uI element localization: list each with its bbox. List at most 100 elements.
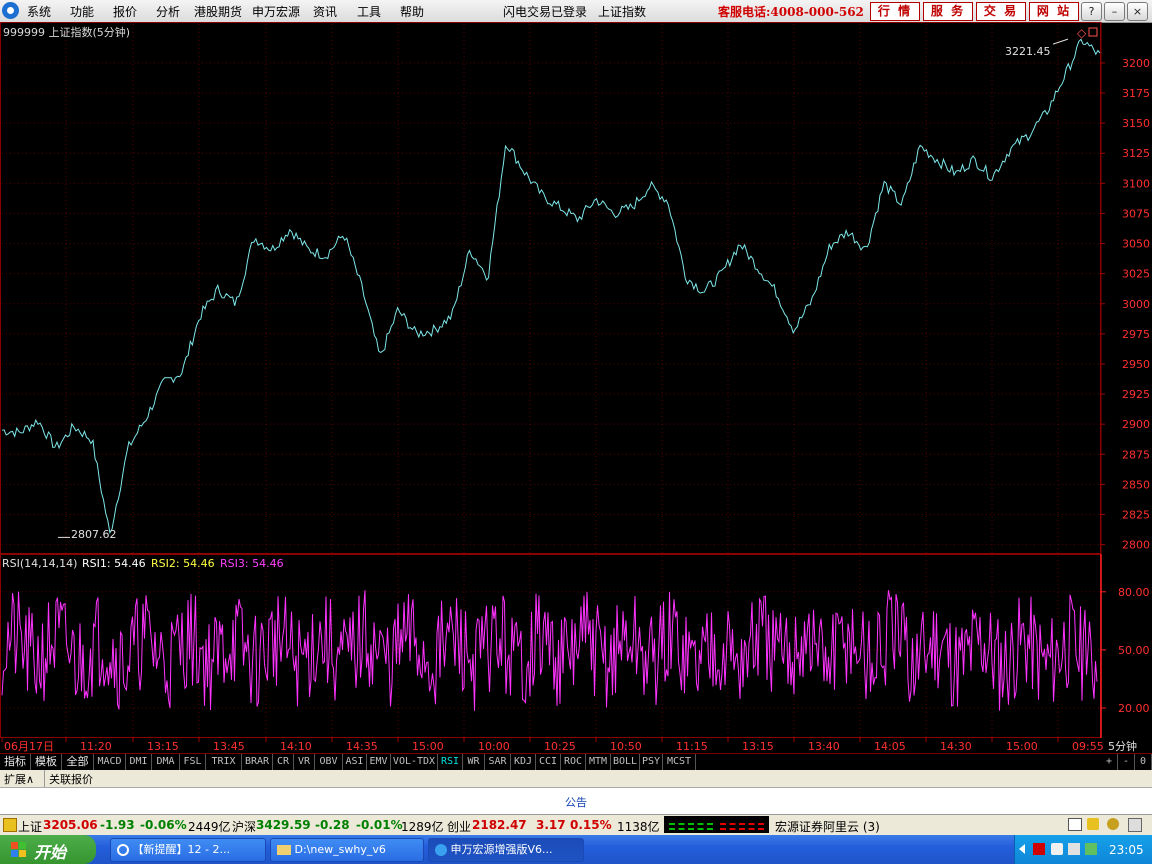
price-tick-label: 2825: [1122, 508, 1150, 521]
taskbar-item-label: 申万宏源增强版V6...: [450, 843, 553, 856]
price-tick-label: 3150: [1122, 117, 1150, 130]
time-axis-label: 13:15: [147, 740, 179, 753]
indicator-tab-mcst[interactable]: MCST: [663, 754, 696, 770]
trade-button[interactable]: 交 易: [976, 2, 1026, 21]
indicator-tab-fsl[interactable]: FSL: [180, 754, 206, 770]
indicator-tab-cr[interactable]: CR: [273, 754, 294, 770]
cy-index-change: 3.17: [536, 818, 566, 832]
antivirus-icon[interactable]: [1033, 843, 1045, 855]
expand-bar: 扩展∧ 关联报价: [0, 770, 1152, 788]
menu-function[interactable]: 功能: [70, 3, 94, 20]
menu-quote[interactable]: 报价: [113, 3, 137, 20]
tab-control-button[interactable]: +: [1101, 754, 1118, 770]
indicator-tab-wr[interactable]: WR: [463, 754, 485, 770]
volume-icon[interactable]: [1068, 843, 1080, 855]
time-axis-label: 10:00: [478, 740, 510, 753]
menu-help[interactable]: 帮助: [400, 3, 424, 20]
chart-area[interactable]: 2800 2825 2850 2875 2900 2925 2950 2975 3000 3025…: [0, 22, 1152, 753]
indicator-tab-指标[interactable]: 指标: [0, 754, 31, 770]
tab-control-button[interactable]: -: [1118, 754, 1135, 770]
indicator-tab-vol-tdx[interactable]: VOL-TDX: [391, 754, 438, 770]
rsi-tick-label: 80.00: [1118, 586, 1150, 599]
help-icon[interactable]: ?: [1081, 2, 1102, 21]
menu-analysis[interactable]: 分析: [156, 3, 180, 20]
flash-trade-status[interactable]: 闪电交易已登录: [503, 3, 587, 20]
quote-button[interactable]: 行 情: [870, 2, 920, 21]
tab-control-button[interactable]: 0: [1135, 754, 1152, 770]
price-panel-frame: [0, 22, 1101, 554]
menu-tools[interactable]: 工具: [357, 3, 381, 20]
menu-system[interactable]: 系统: [27, 3, 51, 20]
linked-quote-tab[interactable]: 关联报价: [49, 771, 93, 787]
diamond-marker-icon[interactable]: ◇: [1077, 26, 1087, 40]
indicator-tab-全部[interactable]: 全部: [62, 754, 94, 770]
price-series-line: [1, 38, 1101, 535]
menu-news[interactable]: 资讯: [313, 3, 337, 20]
website-button[interactable]: 网 站: [1029, 2, 1079, 21]
time-axis-label: 10:25: [544, 740, 576, 753]
indicator-tab-roc[interactable]: ROC: [561, 754, 586, 770]
indicator-tab-kdj[interactable]: KDJ: [511, 754, 536, 770]
taskbar-item-trading-app[interactable]: 申万宏源增强版V6...: [428, 838, 584, 862]
rsi-title[interactable]: RSI(14,14,14): [2, 557, 77, 570]
indicator-tab-obv[interactable]: OBV: [315, 754, 343, 770]
indicator-tab-mtm[interactable]: MTM: [586, 754, 611, 770]
indicator-tab-cci[interactable]: CCI: [536, 754, 561, 770]
indicator-tab-vr[interactable]: VR: [294, 754, 315, 770]
network-icon[interactable]: [1051, 843, 1063, 855]
indicator-tab-emv[interactable]: EMV: [367, 754, 391, 770]
start-button[interactable]: 开始: [0, 835, 96, 864]
time-axis-label: 06月17日: [4, 740, 54, 753]
taskbar-item-browser[interactable]: 【新提醒】12 - 2...: [110, 838, 266, 862]
indicator-tab-模板[interactable]: 模板: [31, 754, 62, 770]
menu-hk-futures[interactable]: 港股期货: [194, 3, 242, 20]
indicator-tab-boll[interactable]: BOLL: [611, 754, 640, 770]
clock[interactable]: 23:05: [1109, 843, 1144, 857]
server-name[interactable]: 宏源证券阿里云 (3): [775, 818, 880, 835]
indicator-tab-macd[interactable]: MACD: [94, 754, 126, 770]
indicator-tab-rsi[interactable]: RSI: [438, 754, 463, 770]
time-axis-label: 11:20: [80, 740, 112, 753]
price-tick-label: 2850: [1122, 478, 1150, 491]
rsi3-value: RSI3: 54.46: [220, 557, 284, 570]
ie-icon: [117, 844, 129, 856]
taskbar-item-label: D:\new_swhy_v6: [294, 843, 386, 856]
indicator-tab-psy[interactable]: PSY: [640, 754, 663, 770]
indicator-tab-trix[interactable]: TRIX: [206, 754, 242, 770]
notice-title[interactable]: 公告: [0, 794, 1152, 810]
menu-swhy[interactable]: 申万宏源: [252, 3, 300, 20]
status-alert-icon[interactable]: [3, 818, 17, 832]
ime-icon[interactable]: [1085, 843, 1097, 855]
expand-toggle[interactable]: 扩展∧: [4, 771, 34, 787]
taskbar-item-folder[interactable]: D:\new_swhy_v6: [270, 838, 424, 862]
start-label: 开始: [34, 843, 67, 862]
minimize-icon[interactable]: –: [1104, 2, 1125, 21]
window-layout-icon[interactable]: [1068, 818, 1082, 831]
price-tick-label: 2975: [1122, 328, 1150, 341]
app-logo-icon[interactable]: [2, 2, 19, 19]
indicator-tab-brar[interactable]: BRAR: [242, 754, 273, 770]
indicator-tab-dmi[interactable]: DMI: [126, 754, 152, 770]
price-tick-label: 3125: [1122, 147, 1150, 160]
signal-icon[interactable]: [1107, 818, 1119, 830]
close-icon[interactable]: ×: [1127, 2, 1148, 21]
status-bar: 上证 3205.06 -1.93 -0.06% 2449亿 沪深 3429.59…: [0, 814, 1152, 835]
tray-expand-icon[interactable]: [1019, 844, 1025, 854]
indicator-tab-asi[interactable]: ASI: [343, 754, 367, 770]
time-axis-label: 14:35: [346, 740, 378, 753]
time-axis-label: 14:30: [940, 740, 972, 753]
message-icon[interactable]: [1087, 818, 1099, 830]
settings-icon[interactable]: [1128, 818, 1142, 832]
indicator-tab-dma[interactable]: DMA: [152, 754, 180, 770]
indicator-tab-sar[interactable]: SAR: [485, 754, 511, 770]
panel-maximize-icon[interactable]: [1088, 27, 1098, 37]
hs-index-name[interactable]: 沪深: [232, 818, 256, 835]
period-unit-label[interactable]: 5分钟: [1108, 739, 1137, 753]
sh-index-amount: 2449亿: [188, 820, 231, 834]
sh-index-name[interactable]: 上证: [18, 818, 42, 835]
taskbar-item-label: 【新提醒】12 - 2...: [132, 843, 230, 856]
high-price-label: 3221.45: [1005, 45, 1051, 58]
rsi2-value: RSI2: 54.46: [151, 557, 215, 570]
service-button[interactable]: 服 务: [923, 2, 973, 21]
cy-index-name[interactable]: 创业: [447, 818, 471, 835]
